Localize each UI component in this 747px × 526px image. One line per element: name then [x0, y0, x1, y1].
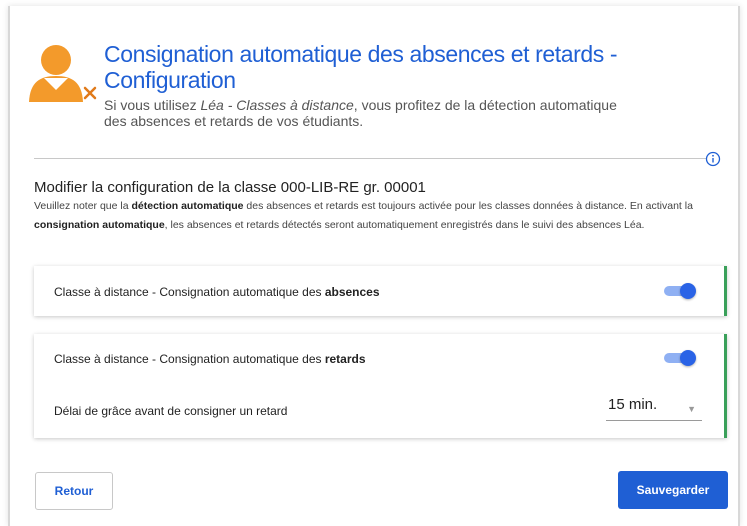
chevron-down-icon: ▼ — [687, 404, 696, 414]
grace-delay-select[interactable]: 15 min. ▼ — [606, 392, 702, 421]
absences-label: Classe à distance - Consignation automat… — [54, 285, 380, 299]
grace-delay-label: Délai de grâce avant de consigner un ret… — [54, 404, 288, 418]
back-button[interactable]: Retour — [35, 472, 113, 510]
retards-label: Classe à distance - Consignation automat… — [54, 352, 366, 366]
section-title: Modifier la configuration de la classe 0… — [34, 179, 426, 196]
section-description: Veuillez noter que la détection automati… — [34, 200, 693, 231]
save-button[interactable]: Sauvegarder — [618, 471, 728, 509]
divider — [34, 158, 706, 159]
retards-card: Classe à distance - Consignation automat… — [34, 334, 727, 438]
page-subtitle: Si vous utilisez Léa - Classes à distanc… — [104, 97, 617, 129]
absences-toggle[interactable] — [664, 283, 696, 299]
grace-delay-value: 15 min. — [608, 396, 658, 413]
toggle-knob — [680, 283, 696, 299]
info-icon[interactable] — [705, 151, 721, 167]
toggle-knob — [680, 350, 696, 366]
page-title: Consignation automatique des absences et… — [104, 41, 618, 93]
retards-toggle[interactable] — [664, 350, 696, 366]
user-cross-icon — [29, 45, 97, 102]
absences-card: Classe à distance - Consignation automat… — [34, 266, 727, 316]
